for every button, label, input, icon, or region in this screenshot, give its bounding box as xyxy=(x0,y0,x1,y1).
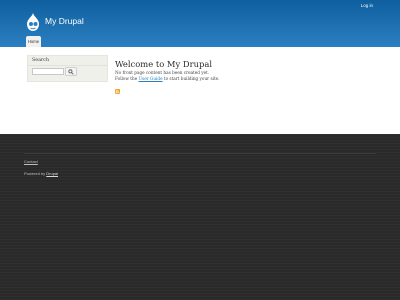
site-header: Log in My Drupal Home xyxy=(0,0,400,47)
site-footer: Contact Powered by Drupal xyxy=(0,134,400,300)
search-input[interactable] xyxy=(32,68,64,75)
divider xyxy=(28,65,107,66)
user-guide-message: Follow the User Guide to start building … xyxy=(115,76,219,81)
powered-by: Powered by Drupal xyxy=(24,171,58,176)
search-icon xyxy=(68,69,74,75)
drupal-link[interactable]: Drupal xyxy=(46,171,58,176)
contact-link[interactable]: Contact xyxy=(24,159,38,164)
drupal-logo[interactable] xyxy=(24,12,42,32)
page-title: Welcome to My Drupal xyxy=(115,59,213,69)
user-guide-link[interactable]: User Guide xyxy=(139,76,163,81)
search-title: Search xyxy=(32,58,50,63)
tab-home[interactable]: Home xyxy=(26,36,41,47)
footer-divider xyxy=(24,153,376,154)
user-guide-prefix: Follow the xyxy=(115,76,138,81)
site-name[interactable]: My Drupal xyxy=(45,16,84,26)
search-button[interactable] xyxy=(65,67,77,76)
front-page-message: No front page content has been created y… xyxy=(115,70,210,75)
login-link[interactable]: Log in xyxy=(361,3,373,8)
powered-by-prefix: Powered by xyxy=(24,171,46,176)
search-block: Search xyxy=(27,55,108,82)
rss-icon[interactable] xyxy=(115,89,120,94)
user-guide-suffix: to start building your site. xyxy=(163,76,220,81)
